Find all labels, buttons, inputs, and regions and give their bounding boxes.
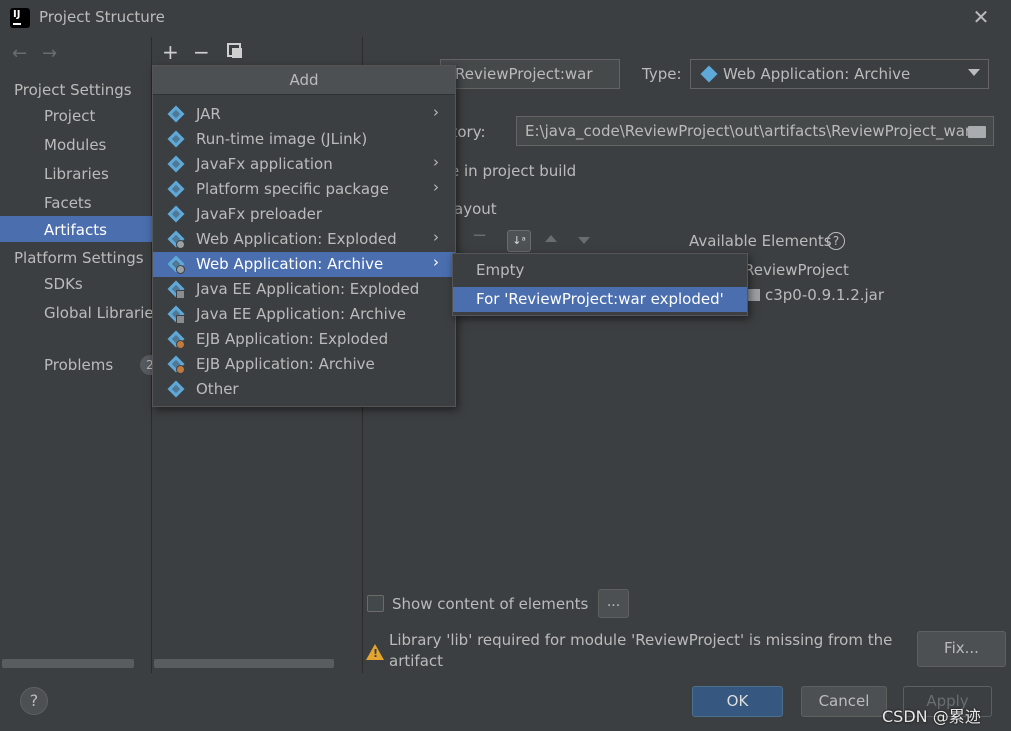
artifact-icon <box>167 155 185 173</box>
sidebar-item-project[interactable]: Project <box>44 107 95 125</box>
menu-item-label: Other <box>196 380 239 398</box>
move-up-icon[interactable] <box>545 235 557 242</box>
menu-item-other[interactable]: Other <box>153 377 455 402</box>
intellij-app-icon: IJ <box>8 6 32 30</box>
remove-icon[interactable]: − <box>193 40 210 64</box>
menu-item-label: EJB Application: Archive <box>196 355 375 373</box>
folder-icon[interactable] <box>968 126 986 138</box>
sidebar-scrollbar[interactable] <box>2 659 134 668</box>
include-in-build-label[interactable]: e in project build <box>450 162 576 180</box>
menu-item-label: Web Application: Archive <box>196 255 384 273</box>
menu-item-label: Platform specific package <box>196 180 389 198</box>
tree-node-project[interactable]: ReviewProject <box>744 261 849 279</box>
bean-icon <box>176 340 185 349</box>
chevron-right-icon: › <box>433 253 439 271</box>
show-content-label[interactable]: Show content of elements <box>392 595 588 613</box>
bean-icon <box>176 365 185 374</box>
list-scrollbar[interactable] <box>154 659 334 668</box>
tree-node-jar[interactable]: c3p0-0.9.1.2.jar <box>765 286 884 304</box>
menu-item-javafx-preloader[interactable]: JavaFx preloader <box>153 202 455 227</box>
help-icon[interactable]: ? <box>827 232 845 250</box>
move-down-icon[interactable] <box>578 237 590 244</box>
globe-icon <box>176 265 185 274</box>
copy-icon[interactable] <box>227 43 242 58</box>
menu-item-platform-package[interactable]: Platform specific package › <box>153 177 455 202</box>
menu-item-web-exploded[interactable]: Web Application: Exploded › <box>153 227 455 252</box>
add-menu-header: Add <box>153 66 455 95</box>
artifact-icon <box>167 180 185 198</box>
sort-icon[interactable]: ↓ᵃ <box>507 230 531 252</box>
artifact-icon <box>167 380 185 398</box>
type-label: Type: <box>642 65 682 83</box>
add-menu: Add JAR › Run-time image (JLink) JavaFx … <box>152 65 456 407</box>
output-layout-tab[interactable]: ayout <box>454 200 497 218</box>
sidebar-item-facets[interactable]: Facets <box>44 194 92 212</box>
jar-icon <box>748 289 760 301</box>
add-icon[interactable]: + <box>162 40 179 64</box>
watermark: CSDN @累迹 <box>882 707 981 726</box>
sidebar-item-libraries[interactable]: Libraries <box>44 165 109 183</box>
warning-icon <box>366 644 384 660</box>
menu-item-jar[interactable]: JAR › <box>153 102 455 127</box>
artifact-icon <box>167 205 185 223</box>
submenu-item-from-exploded[interactable]: For 'ReviewProject:war exploded' <box>453 287 747 312</box>
web-archive-submenu: Empty For 'ReviewProject:war exploded' <box>452 253 748 316</box>
artifact-icon <box>167 130 185 148</box>
type-dropdown[interactable]: Web Application: Archive <box>690 59 989 89</box>
menu-item-label: Java EE Application: Archive <box>196 305 406 323</box>
type-dropdown-value: Web Application: Archive <box>723 65 911 83</box>
menu-item-label: Web Application: Exploded <box>196 230 397 248</box>
section-project-settings: Project Settings <box>14 81 132 99</box>
output-directory-field[interactable]: E:\java_code\ReviewProject\out\artifacts… <box>516 116 994 146</box>
artifact-details: ReviewProject:war Type: Web Application:… <box>364 37 1011 673</box>
chevron-right-icon: › <box>433 153 439 171</box>
more-options-button[interactable]: ... <box>598 589 629 618</box>
artifact-icon <box>167 105 185 123</box>
warning-message: Library 'lib' required for module 'Revie… <box>389 631 893 670</box>
ee-badge-icon <box>176 315 185 324</box>
dialog-footer: ? OK Cancel Apply CSDN @累迹 <box>0 673 1011 731</box>
globe-icon <box>176 240 185 249</box>
sidebar-item-global-libraries[interactable]: Global Libraries <box>44 304 161 322</box>
sidebar-item-artifacts[interactable]: Artifacts <box>44 221 107 239</box>
chevron-right-icon: › <box>433 178 439 196</box>
menu-item-ejb-exploded[interactable]: EJB Application: Exploded <box>153 327 455 352</box>
sidebar: ← → Project Settings Project Modules Lib… <box>0 37 162 673</box>
help-button[interactable]: ? <box>20 687 48 715</box>
chevron-right-icon: › <box>433 103 439 121</box>
cancel-button[interactable]: Cancel <box>801 686 887 717</box>
submenu-item-empty[interactable]: Empty <box>453 257 747 283</box>
chevron-right-icon: › <box>433 228 439 246</box>
chevron-down-icon[interactable] <box>968 69 980 76</box>
remove-element-icon[interactable]: − <box>472 225 487 246</box>
menu-item-javaee-archive[interactable]: Java EE Application: Archive <box>153 302 455 327</box>
web-app-icon <box>700 65 718 83</box>
show-content-checkbox[interactable] <box>367 595 384 612</box>
menu-item-web-archive[interactable]: Web Application: Archive › <box>153 252 455 277</box>
close-icon[interactable]: ✕ <box>970 6 992 28</box>
menu-item-javaee-exploded[interactable]: Java EE Application: Exploded <box>153 277 455 302</box>
artifact-name-field[interactable]: ReviewProject:war <box>440 59 620 89</box>
ee-badge-icon <box>176 290 185 299</box>
back-arrow-icon[interactable]: ← <box>12 43 27 64</box>
available-elements-label: Available Elements <box>689 232 832 250</box>
sidebar-item-modules[interactable]: Modules <box>44 136 106 154</box>
menu-item-javafx-application[interactable]: JavaFx application › <box>153 152 455 177</box>
sidebar-item-sdks[interactable]: SDKs <box>44 275 83 293</box>
menu-item-label: Run-time image (JLink) <box>196 130 368 148</box>
window-title: Project Structure <box>39 8 165 26</box>
menu-item-label: JavaFx application <box>196 155 333 173</box>
ok-button[interactable]: OK <box>692 686 783 717</box>
menu-item-ejb-archive[interactable]: EJB Application: Archive <box>153 352 455 377</box>
menu-item-label: Java EE Application: Exploded <box>196 280 420 298</box>
forward-arrow-icon[interactable]: → <box>42 43 57 64</box>
menu-item-label: EJB Application: Exploded <box>196 330 389 348</box>
section-platform-settings: Platform Settings <box>14 249 144 267</box>
title-bar: IJ Project Structure ✕ <box>0 0 1011 37</box>
menu-item-label: JAR <box>196 105 221 123</box>
menu-item-runtime-image[interactable]: Run-time image (JLink) <box>153 127 455 152</box>
fix-button[interactable]: Fix... <box>917 631 1006 667</box>
menu-item-label: JavaFx preloader <box>196 205 322 223</box>
sidebar-item-problems[interactable]: Problems <box>44 356 113 374</box>
